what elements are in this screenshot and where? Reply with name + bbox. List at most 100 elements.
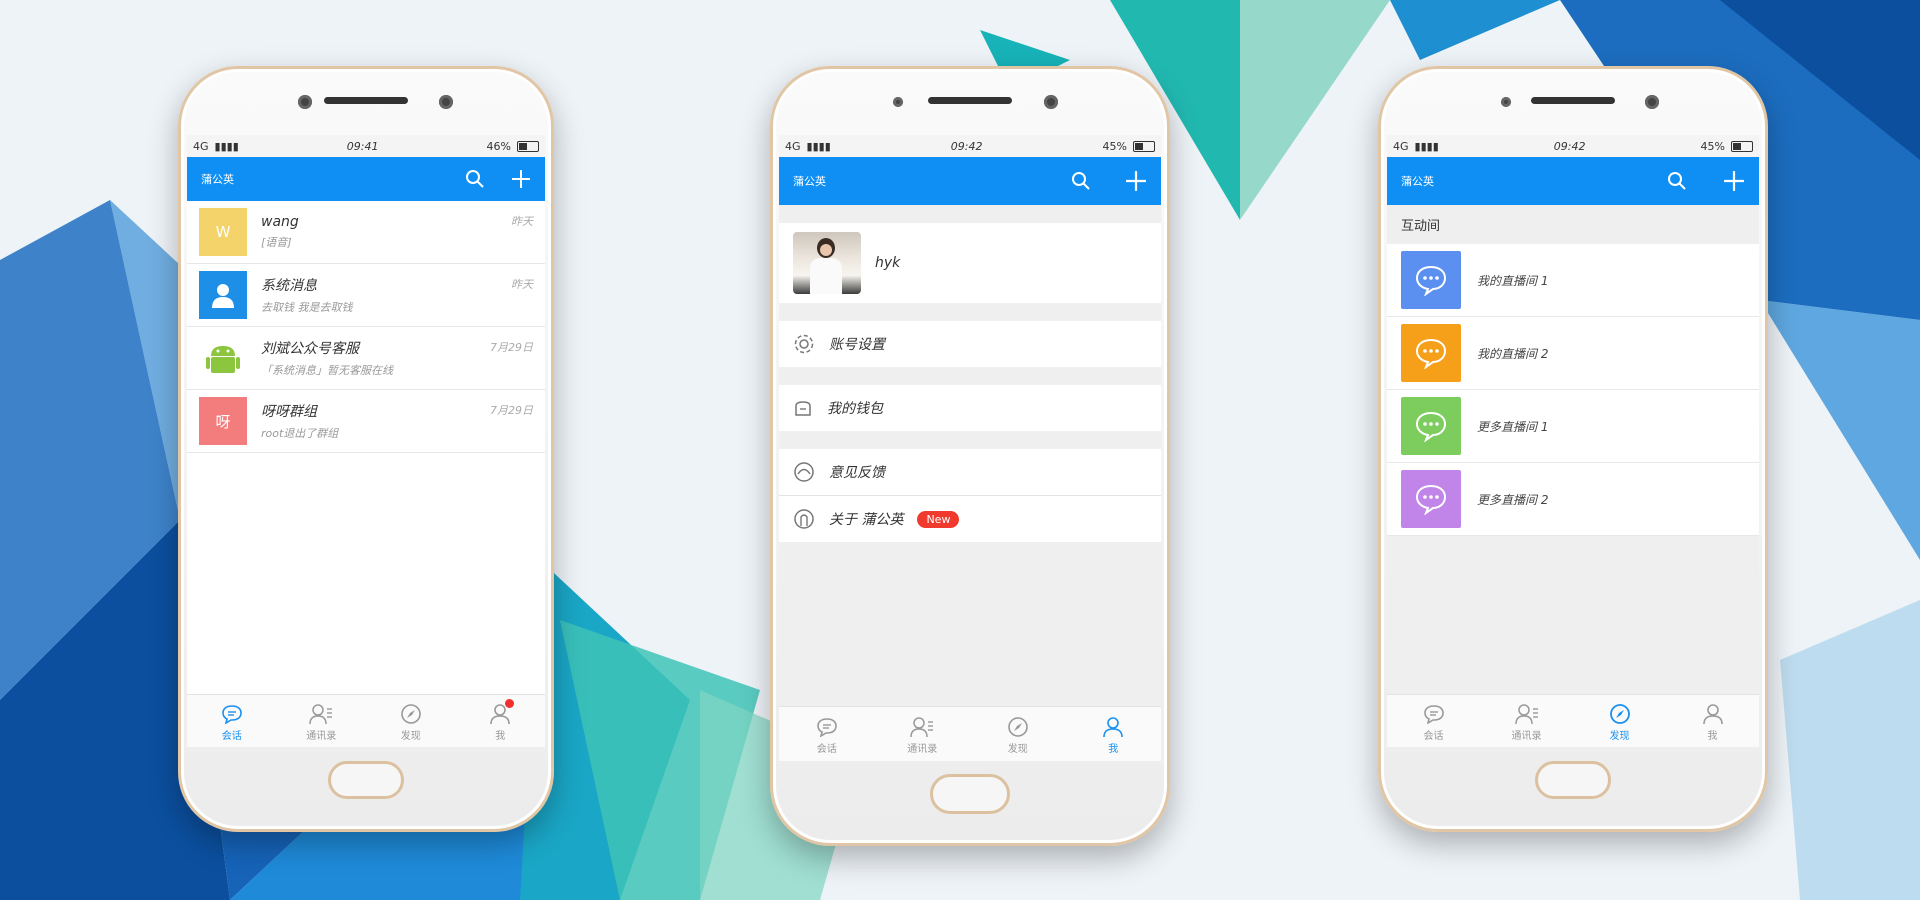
menu-wallet[interactable]: 我的钱包 bbox=[779, 385, 1161, 431]
home-button[interactable] bbox=[328, 761, 404, 799]
wallet-icon bbox=[795, 401, 811, 416]
plus-icon[interactable] bbox=[1723, 170, 1745, 192]
menu-account-settings[interactable]: 账号设置 bbox=[779, 321, 1161, 367]
tab-discover[interactable]: 发现 bbox=[1573, 695, 1666, 747]
conversation-time: 7月29日 bbox=[490, 341, 533, 354]
conversation-preview: 「系统消息」暂无客服在线 bbox=[261, 364, 393, 377]
conversation-item[interactable]: W wang [语音] 昨天 bbox=[187, 201, 545, 264]
avatar: 呀 bbox=[199, 397, 247, 445]
tab-me[interactable]: 我 bbox=[1666, 695, 1759, 747]
conversation-item[interactable]: 呀 呀呀群组 root退出了群组 7月29日 bbox=[187, 390, 545, 453]
status-bar: 4G ▮▮▮▮ 09:41 46% bbox=[187, 135, 545, 157]
tab-contacts[interactable]: 通讯录 bbox=[277, 695, 367, 747]
front-camera bbox=[1501, 97, 1511, 107]
compass-icon bbox=[400, 703, 421, 724]
compass-icon bbox=[1007, 716, 1028, 737]
network-type: 4G bbox=[193, 139, 209, 153]
conversation-item[interactable]: 系统消息 去取钱 我是去取钱 昨天 bbox=[187, 264, 545, 327]
menu-about[interactable]: 关于 蒲公英 New bbox=[779, 496, 1161, 542]
room-item[interactable]: 更多直播间 2 bbox=[1387, 463, 1759, 536]
room-item[interactable]: 我的直播间 2 bbox=[1387, 317, 1759, 390]
app-title: 蒲公英 bbox=[793, 175, 826, 188]
home-button[interactable] bbox=[930, 774, 1010, 814]
app-bar: 蒲公英 bbox=[779, 157, 1161, 205]
tab-discover[interactable]: 发现 bbox=[970, 707, 1066, 761]
plus-icon[interactable] bbox=[511, 169, 531, 189]
search-icon[interactable] bbox=[1667, 171, 1687, 191]
home-button[interactable] bbox=[1535, 761, 1611, 799]
android-icon bbox=[206, 346, 240, 373]
tab-bar: 会话 通讯录 发现 我 bbox=[1387, 694, 1759, 747]
profile-avatar bbox=[793, 232, 861, 294]
screen: 4G ▮▮▮▮ 09:41 46% 蒲公英 W wang [语音] 昨天 系统消… bbox=[187, 135, 545, 747]
contacts-icon bbox=[1514, 703, 1538, 724]
chat-bubble-icon bbox=[1415, 338, 1447, 369]
conversation-name: 系统消息 bbox=[261, 278, 317, 294]
tab-bar: 会话 通讯录 发现 我 bbox=[779, 706, 1161, 761]
plus-icon[interactable] bbox=[1125, 170, 1147, 192]
tab-conversations[interactable]: 会话 bbox=[779, 707, 875, 761]
profile-name: hyk bbox=[875, 255, 901, 271]
room-avatar bbox=[1401, 324, 1461, 382]
chat-icon bbox=[816, 717, 837, 737]
person-icon bbox=[1702, 703, 1723, 724]
conversation-time: 昨天 bbox=[511, 278, 533, 291]
status-time: 09:41 bbox=[346, 139, 379, 153]
room-label: 更多直播间 1 bbox=[1477, 419, 1549, 434]
conversation-time: 7月29日 bbox=[490, 404, 533, 417]
chat-bubble-icon bbox=[1415, 265, 1447, 296]
menu-label: 意见反馈 bbox=[829, 465, 885, 481]
tab-discover[interactable]: 发现 bbox=[366, 695, 456, 747]
user-icon bbox=[212, 284, 234, 308]
screen: 4G ▮▮▮▮ 09:42 45% 蒲公英 互动间 我的直播间 1 我的直播间 … bbox=[1387, 135, 1759, 747]
room-list: 互动间 我的直播间 1 我的直播间 2 更多直播间 1 更多直播间 2 bbox=[1387, 205, 1759, 694]
tab-contacts[interactable]: 通讯录 bbox=[1480, 695, 1573, 747]
app-bar: 蒲公英 bbox=[1387, 157, 1759, 205]
proximity-sensor bbox=[1044, 95, 1058, 109]
battery-icon bbox=[1133, 140, 1155, 152]
room-label: 更多直播间 2 bbox=[1477, 492, 1549, 507]
tab-me[interactable]: 我 bbox=[456, 695, 546, 747]
room-avatar bbox=[1401, 470, 1461, 528]
me-page: hyk 账号设置 我的钱包 意见反馈 关于 蒲公英 New bbox=[779, 205, 1161, 706]
gear-icon bbox=[794, 334, 814, 354]
network-type: 4G bbox=[785, 139, 801, 153]
section-title: 互动间 bbox=[1387, 205, 1759, 244]
tab-conversations[interactable]: 会话 bbox=[187, 695, 277, 747]
conversation-time: 昨天 bbox=[511, 215, 533, 228]
tab-conversations[interactable]: 会话 bbox=[1387, 695, 1480, 747]
status-bar: 4G ▮▮▮▮ 09:42 45% bbox=[1387, 135, 1759, 157]
room-avatar bbox=[1401, 251, 1461, 309]
menu-feedback[interactable]: 意见反馈 bbox=[779, 449, 1161, 496]
search-icon[interactable] bbox=[1071, 171, 1091, 191]
earpiece bbox=[1531, 97, 1615, 104]
conversation-item[interactable]: 刘斌公众号客服 「系统消息」暂无客服在线 7月29日 bbox=[187, 327, 545, 390]
profile-row[interactable]: hyk bbox=[779, 223, 1161, 303]
battery-percent: 46% bbox=[486, 139, 511, 153]
conversation-name: 呀呀群组 bbox=[261, 404, 317, 420]
tab-me[interactable]: 我 bbox=[1066, 707, 1162, 761]
person-icon bbox=[1103, 716, 1124, 737]
earpiece bbox=[928, 97, 1012, 104]
phone-conversations: 4G ▮▮▮▮ 09:41 46% 蒲公英 W wang [语音] 昨天 系统消… bbox=[178, 66, 554, 832]
room-item[interactable]: 更多直播间 1 bbox=[1387, 390, 1759, 463]
conversation-preview: [语音] bbox=[261, 236, 292, 249]
room-label: 我的直播间 1 bbox=[1477, 273, 1549, 288]
battery-percent: 45% bbox=[1102, 139, 1127, 153]
battery-icon bbox=[517, 140, 539, 152]
phone-me: 4G ▮▮▮▮ 09:42 45% 蒲公英 hyk 账号设置 我的钱包 意见反馈… bbox=[770, 66, 1170, 846]
tab-contacts[interactable]: 通讯录 bbox=[875, 707, 971, 761]
search-icon[interactable] bbox=[465, 169, 485, 189]
menu-label: 我的钱包 bbox=[827, 401, 883, 417]
earpiece bbox=[324, 97, 408, 104]
app-title: 蒲公英 bbox=[201, 173, 234, 186]
chat-icon bbox=[221, 704, 242, 724]
proximity-sensor bbox=[439, 95, 453, 109]
battery-percent: 45% bbox=[1700, 139, 1725, 153]
conversation-name: wang bbox=[261, 214, 299, 230]
room-item[interactable]: 我的直播间 1 bbox=[1387, 244, 1759, 317]
avatar: W bbox=[199, 208, 247, 256]
feedback-icon bbox=[794, 462, 814, 482]
signal-icon: ▮▮▮▮ bbox=[806, 139, 831, 153]
menu-label: 关于 蒲公英 bbox=[829, 512, 904, 528]
